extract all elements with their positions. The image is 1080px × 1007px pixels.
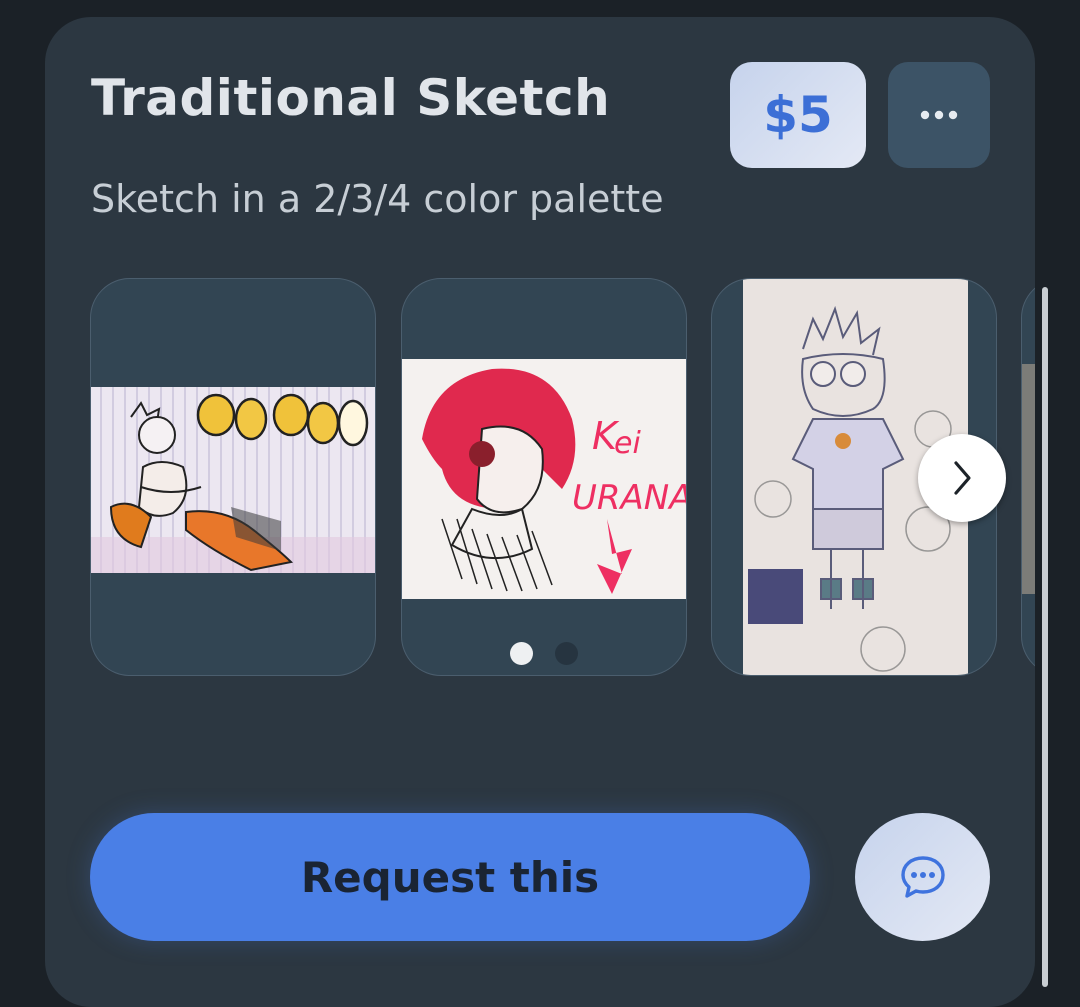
request-this-button[interactable]: Request this <box>90 813 810 941</box>
carousel-dot[interactable] <box>555 642 578 665</box>
carousel-dots <box>402 642 686 665</box>
carousel-dot[interactable] <box>510 642 533 665</box>
ellipsis-icon <box>920 110 958 120</box>
svg-text:URANA: URANA <box>572 478 687 518</box>
message-button[interactable] <box>855 813 990 941</box>
chevron-right-icon <box>954 461 971 495</box>
gallery-item[interactable]: K ei URANA <box>401 278 687 676</box>
gallery-next-button[interactable] <box>918 434 1006 522</box>
commission-card: Traditional Sketch $5 Sketch in a 2/3/4 … <box>45 17 1035 1007</box>
more-options-button[interactable] <box>888 62 990 168</box>
listing-description: Sketch in a 2/3/4 color palette <box>91 177 664 221</box>
image-gallery[interactable]: K ei URANA <box>90 278 1035 678</box>
gallery-item[interactable] <box>90 278 376 676</box>
sketch-oh-boy-artwork <box>91 387 375 573</box>
scrollbar[interactable] <box>1042 287 1048 987</box>
svg-text:ei: ei <box>614 426 641 461</box>
gallery-item[interactable] <box>1021 278 1035 676</box>
listing-title: Traditional Sketch <box>91 69 611 127</box>
sketch-kei-urana-artwork: K ei URANA <box>402 359 687 599</box>
price-badge: $5 <box>730 62 866 168</box>
chat-bubble-icon <box>900 856 945 898</box>
